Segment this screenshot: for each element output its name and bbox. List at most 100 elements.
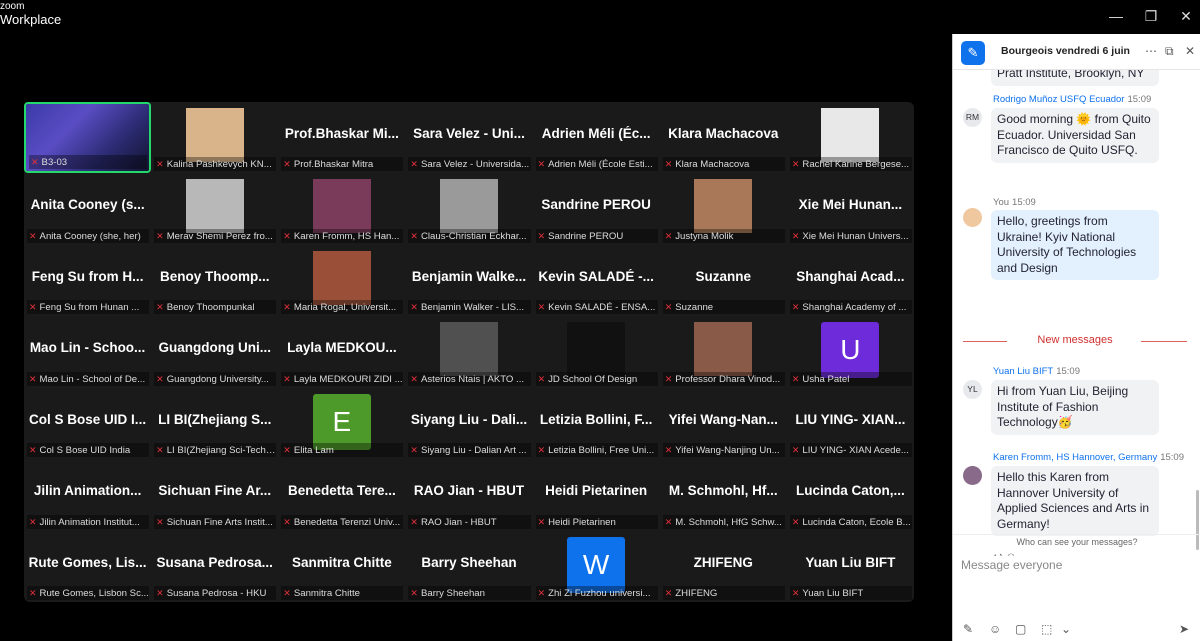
participant-tile[interactable]: Klara Machacova ✕ Klara Machacova xyxy=(660,102,787,173)
message-bubble: Hello this Karen from Hannover Universit… xyxy=(991,466,1159,537)
participant-tile[interactable]: M. Schmohl, Hf... ✕ M. Schmohl, HfG Schw..… xyxy=(660,459,787,530)
participant-tile[interactable]: Yuan Liu BIFT ✕ Yuan Liu BIFT xyxy=(787,531,914,602)
mic-muted-icon: ✕ xyxy=(664,588,673,598)
emoji-icon[interactable]: ☺ xyxy=(989,622,1001,636)
participant-tile[interactable]: Kevin SALADÉ -... ✕ Kevin SALADÉ - ENSA... xyxy=(533,245,660,316)
chat-recipient[interactable]: Bourgeois vendredi 6 juin xyxy=(1001,45,1130,57)
compose-icon[interactable]: ✎ xyxy=(961,41,985,65)
participant-tile[interactable]: Lucinda Caton,... ✕ Lucinda Caton, Ecole B… xyxy=(787,459,914,530)
mic-muted-icon: ✕ xyxy=(537,230,546,241)
participant-name-label: ✕ Heidi Pietarinen xyxy=(535,514,658,529)
participant-tile[interactable]: Anita Cooney (s... ✕ Anita Cooney (she, he… xyxy=(24,173,151,244)
minimize-button[interactable]: — xyxy=(1104,6,1128,26)
participant-tile[interactable]: Sichuan Fine Ar... ✕ Sichuan Fine Arts Ins… xyxy=(151,459,278,530)
participant-tile[interactable]: Adrien Méli (Éc... ✕ Adrien Méli (École Es… xyxy=(533,102,660,173)
participant-tile[interactable]: W ✕ Zhi Zi Fuzhou universi... xyxy=(533,531,660,602)
mic-muted-icon: ✕ xyxy=(156,159,164,170)
message-list[interactable]: Pratt Institute, Brooklyn, NY RM Rodrigo… xyxy=(953,70,1200,556)
participant-display-name: Benedetta Tere... xyxy=(287,483,396,499)
participant-name-label: ✕ Sichuan Fine Arts Instit... xyxy=(154,514,277,529)
participant-tile[interactable]: ✕ Kalina Pashkevych KN... xyxy=(151,102,278,173)
participant-tile[interactable]: ✕ Rachel Karine Bergese... xyxy=(787,102,914,173)
participant-tile[interactable]: Benoy Thoomp... ✕ Benoy Thoompunkal xyxy=(151,245,278,316)
close-chat-icon[interactable]: ✕ xyxy=(1185,44,1195,58)
participant-name-label: ✕ Maria Rogal, Universit... xyxy=(281,300,404,315)
restore-button[interactable]: ❐ xyxy=(1139,6,1163,26)
participant-photo xyxy=(439,322,498,377)
mic-muted-icon: ✕ xyxy=(791,445,800,456)
more-icon[interactable]: ⋯ xyxy=(1145,44,1157,58)
participant-tile[interactable]: Shanghai Acad... ✕ Shanghai Academy of ... xyxy=(787,245,914,316)
participant-tile[interactable]: Letizia Bollini, F... ✕ Letizia Bollini, F… xyxy=(533,388,660,459)
participant-tile[interactable]: Prof.Bhaskar Mi... ✕ Prof.Bhaskar Mitra xyxy=(278,102,405,173)
participant-tile[interactable]: Feng Su from H... ✕ Feng Su from Hunan ... xyxy=(24,245,151,316)
participant-tile[interactable]: ✕ Merav Shemi Perez fro... xyxy=(151,173,278,244)
participant-name-label: ✕ Professor Dhara Vinod... xyxy=(662,371,785,386)
participant-name-label: ✕ Benedetta Terenzi Univ... xyxy=(281,514,404,529)
mic-muted-icon: ✕ xyxy=(664,302,673,313)
participant-display-name: Kevin SALADÉ -... xyxy=(538,268,654,284)
participant-tile[interactable]: ✕ Karen Fromm, HS Han... xyxy=(278,173,405,244)
close-window-button[interactable]: ✕ xyxy=(1174,6,1198,26)
participant-tile[interactable]: Suzanne ✕ Suzanne xyxy=(660,245,787,316)
participant-tile[interactable]: Guangdong Uni... ✕ Guangdong University... xyxy=(151,316,278,387)
participant-tile[interactable]: Layla MEDKOU... ✕ Layla MEDKOURI ZIDI ... xyxy=(278,316,405,387)
popout-icon[interactable]: ⧉ xyxy=(1165,44,1174,59)
participant-display-name: Sichuan Fine Ar... xyxy=(158,483,272,499)
message-sender: Yuan Liu BIFT 15:09 xyxy=(993,366,1080,377)
participant-tile[interactable]: U ✕ Usha Patel xyxy=(787,316,914,387)
participant-photo xyxy=(312,250,371,305)
message-actions[interactable]: ↩ ☺ ⋯ xyxy=(993,550,1031,556)
mic-muted-icon: ✕ xyxy=(664,230,673,241)
participant-tile[interactable]: ZHIFENG ✕ ZHIFENG xyxy=(660,531,787,602)
format-icon[interactable]: ✎ xyxy=(963,622,973,636)
participant-tile[interactable]: Jilin Animation... ✕ Jilin Animation Insti… xyxy=(24,459,151,530)
chevron-down-icon[interactable]: ⌄ xyxy=(1061,622,1071,636)
participant-tile[interactable]: Benjamin Walke... ✕ Benjamin Walker - LIS.… xyxy=(405,245,532,316)
participant-tile[interactable]: RAO Jian - HBUT ✕ RAO Jian - HBUT xyxy=(405,459,532,530)
participant-name-label: ✕ ZHIFENG xyxy=(662,586,785,600)
participant-tile[interactable]: ✕ B3-03 xyxy=(24,102,152,174)
participant-tile[interactable]: Susana Pedrosa... ✕ Susana Pedrosa - HKU xyxy=(151,531,278,602)
participant-tile[interactable]: Rute Gomes, Lis... ✕ Rute Gomes, Lisbon Sc… xyxy=(24,531,151,602)
participant-tile[interactable]: Sanmitra Chitte ✕ Sanmitra Chitte xyxy=(278,531,405,602)
participant-tile[interactable]: ✕ Maria Rogal, Universit... xyxy=(278,245,405,316)
mic-muted-icon: ✕ xyxy=(156,302,164,313)
participant-display-name: Lucinda Caton,... xyxy=(796,483,905,499)
participant-tile[interactable]: Barry Sheehan ✕ Barry Sheehan xyxy=(405,531,532,602)
participant-name-label: ✕ Zhi Zi Fuzhou universi... xyxy=(535,586,658,600)
participant-name-label: ✕ Shanghai Academy of ... xyxy=(789,300,912,315)
send-icon[interactable]: ➤ xyxy=(1179,622,1189,636)
participant-tile[interactable]: Mao Lin - Schoo... ✕ Mao Lin - School of D… xyxy=(24,316,151,387)
participant-tile[interactable]: Siyang Liu - Dali... ✕ Siyang Liu - Dalian… xyxy=(405,388,532,459)
participant-tile[interactable]: E ✕ Elita Lam xyxy=(278,388,405,459)
participant-tile[interactable]: LIU YING- XIAN... ✕ LIU YING- XIAN Acede..… xyxy=(787,388,914,459)
mic-muted-icon: ✕ xyxy=(664,445,673,456)
participant-tile[interactable]: Col S Bose UID I... ✕ Col S Bose UID India xyxy=(24,388,151,459)
chat-panel: ✎ Bourgeois vendredi 6 juin ⋯ ⧉ ✕ Pratt … xyxy=(952,34,1200,641)
screenshot-icon[interactable]: ⬚ xyxy=(1041,622,1052,636)
participant-tile[interactable]: LI BI(Zhejiang S... ✕ LI BI(Zhejiang Sci-T… xyxy=(151,388,278,459)
participant-tile[interactable]: Sandrine PEROU ✕ Sandrine PEROU xyxy=(533,173,660,244)
participant-tile[interactable]: ✕ Claus-Christian Eckhar... xyxy=(405,173,532,244)
new-messages-divider: New messages xyxy=(963,334,1187,348)
file-icon[interactable]: ▢ xyxy=(1015,622,1026,636)
participant-tile[interactable]: ✕ Professor Dhara Vinod... xyxy=(660,316,787,387)
participant-tile[interactable]: ✕ Justyna Molik xyxy=(660,173,787,244)
participant-tile[interactable]: Yifei Wang-Nan... ✕ Yifei Wang-Nanjing Un.… xyxy=(660,388,787,459)
mic-muted-icon: ✕ xyxy=(31,157,39,168)
message-input[interactable]: Message everyone xyxy=(961,558,1062,572)
participant-tile[interactable]: Heidi Pietarinen ✕ Heidi Pietarinen xyxy=(533,459,660,530)
participant-name-label: ✕ Rute Gomes, Lisbon Sc... xyxy=(27,586,150,600)
who-can-see-link[interactable]: Who can see your messages? xyxy=(953,534,1200,547)
participant-tile[interactable]: Xie Mei Hunan... ✕ Xie Mei Hunan Univers..… xyxy=(787,173,914,244)
participant-tile[interactable]: ✕ Asterios Ntais | AKTO ... xyxy=(405,316,532,387)
participant-display-name: RAO Jian - HBUT xyxy=(413,483,525,499)
participant-name-label: ✕ Usha Patel xyxy=(789,371,912,386)
mic-muted-icon: ✕ xyxy=(410,516,418,527)
participant-name-label: ✕ Jilin Animation Institut... xyxy=(27,514,150,529)
participant-tile[interactable]: Benedetta Tere... ✕ Benedetta Terenzi Univ… xyxy=(278,459,405,530)
participant-tile[interactable]: ✕ JD School Of Design xyxy=(533,316,660,387)
participant-name-label: ✕ Prof.Bhaskar Mitra xyxy=(281,157,404,172)
participant-tile[interactable]: Sara Velez - Uni... ✕ Sara Velez - Univers… xyxy=(405,102,532,173)
